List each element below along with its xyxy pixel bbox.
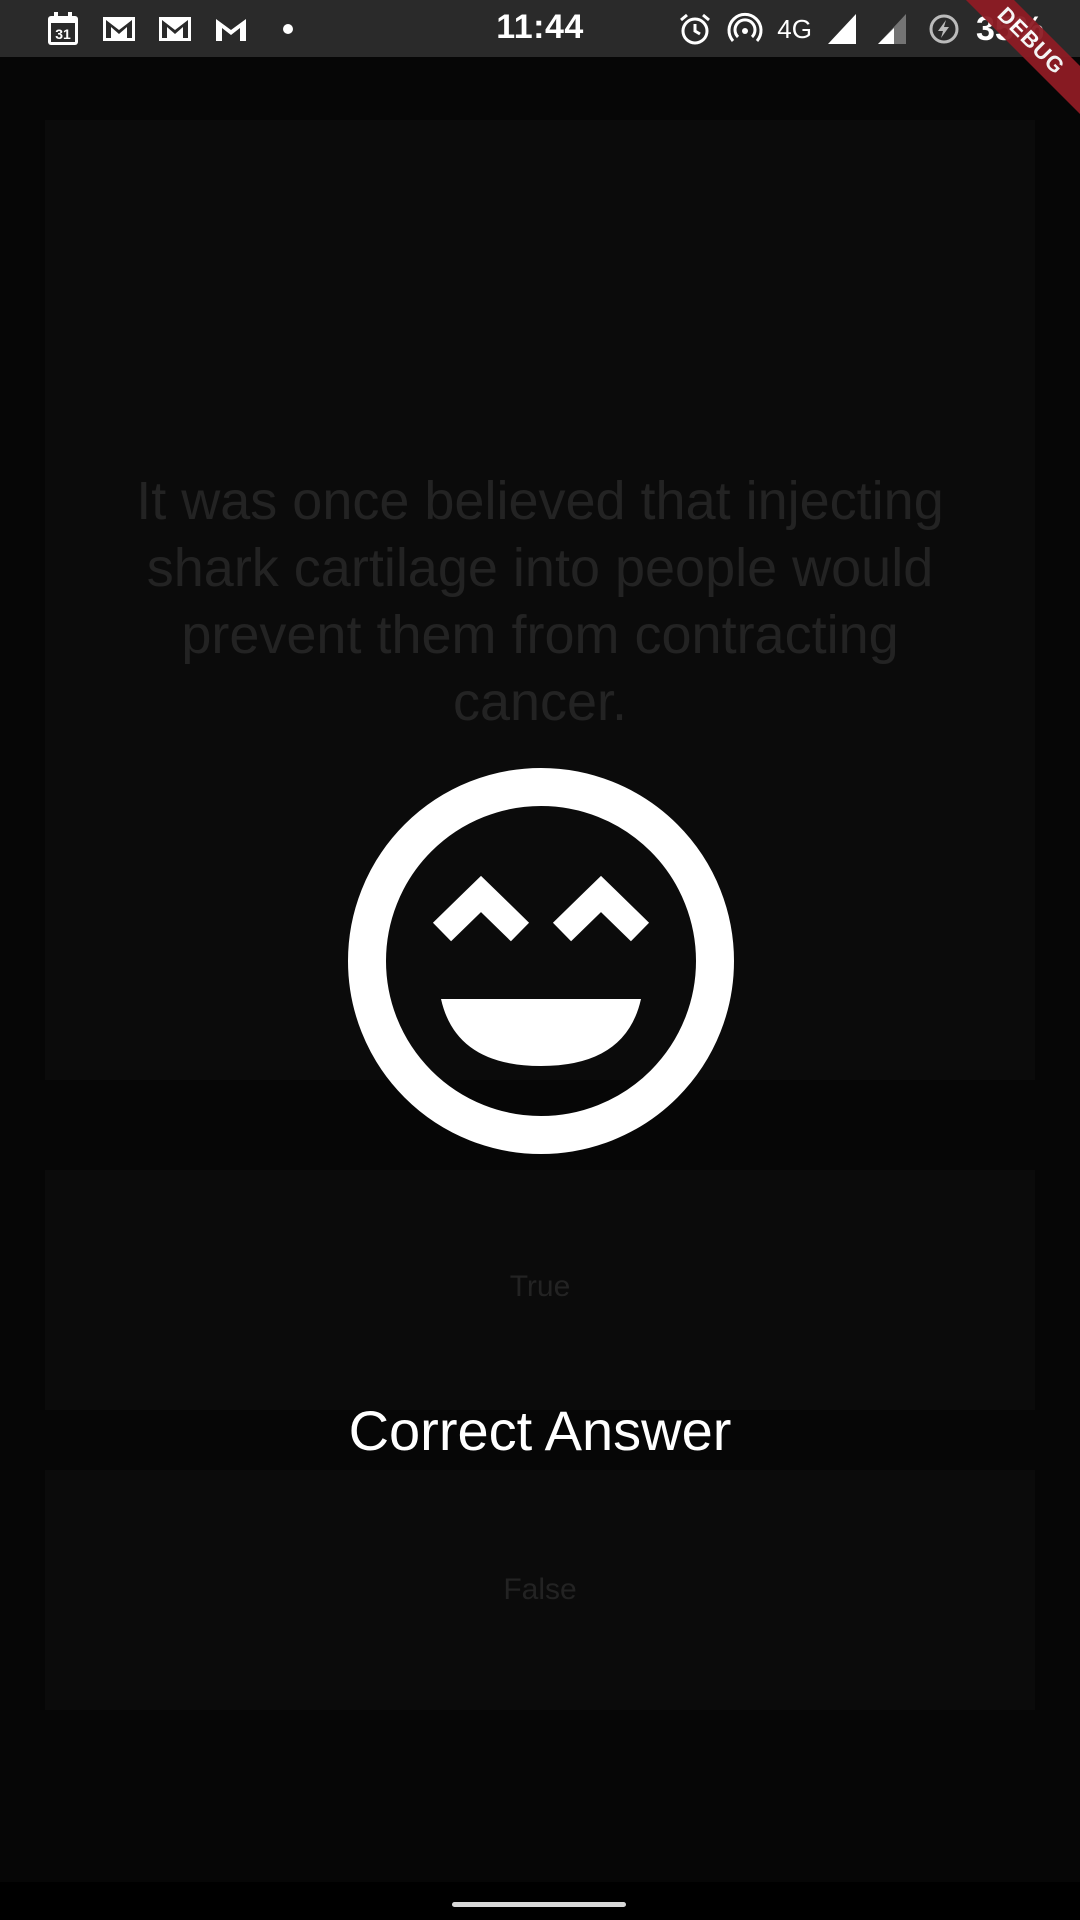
battery-saver-icon: [926, 11, 962, 47]
question-text: It was once believed that injecting shar…: [136, 471, 944, 732]
home-gesture-handle[interactable]: [452, 1902, 626, 1907]
true-button-label: True: [509, 1270, 571, 1303]
navigation-bar: [0, 1882, 1080, 1920]
hotspot-icon: [727, 11, 763, 47]
false-button-label: False: [503, 1573, 577, 1606]
network-type-label: 4G: [777, 13, 812, 44]
status-bar: 31 11:44 4G: [0, 0, 1080, 57]
signal-icon: [876, 11, 912, 47]
result-message: Correct Answer: [348, 1399, 732, 1462]
signal-icon: [826, 11, 862, 47]
alarm-icon: [677, 11, 713, 47]
quiz-screen: 31 11:44 4G DEBUG It was once believed t…: [0, 0, 1080, 1920]
laughing-face-icon: [346, 766, 736, 1156]
